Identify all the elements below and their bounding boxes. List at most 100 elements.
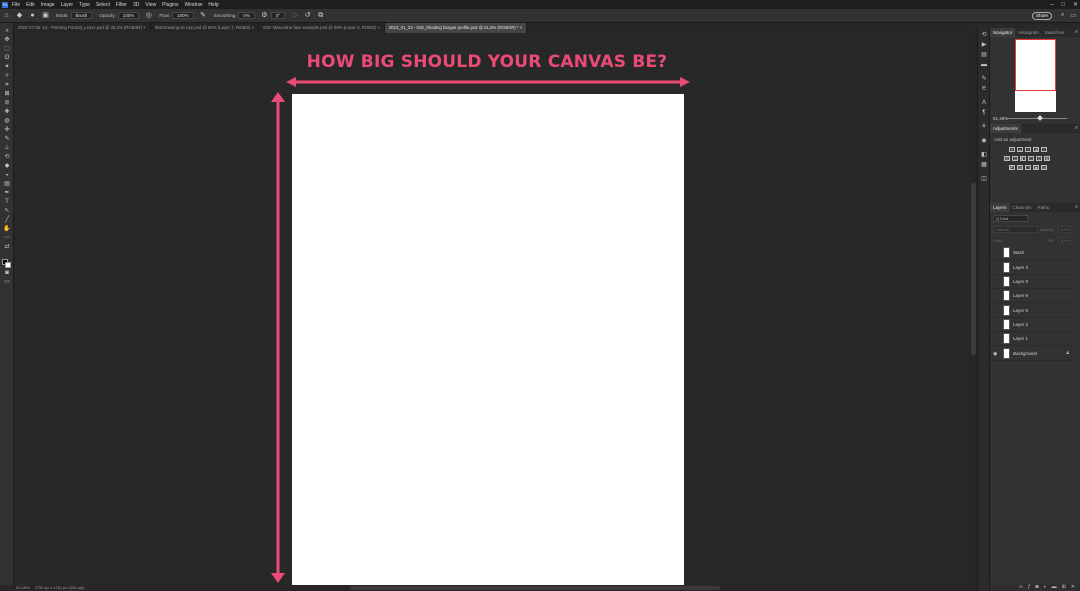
status-zoom[interactable]: 51,48% [16,585,30,590]
pressure-opacity-icon[interactable]: ◎ [145,12,152,19]
more-tools-icon[interactable]: ⋯ [3,235,11,242]
pen-tool-icon[interactable]: ✒ [3,190,11,197]
vertical-scroll-thumb[interactable] [971,183,976,355]
brush-settings-icon[interactable]: ▣ [42,12,49,19]
crop-tool-icon[interactable]: ⌗ [3,82,11,89]
layer-row[interactable]: Layer 2 [990,318,1075,332]
navigator-zoom[interactable]: 51,48% [993,116,1008,121]
menu-view[interactable]: View [145,2,156,8]
menu-3d[interactable]: 3D [133,2,139,8]
brush-tool-icon[interactable]: ✎ [3,136,11,143]
menu-select[interactable]: Select [96,2,110,8]
timeline-icon[interactable]: ◫ [980,176,988,183]
layer-row[interactable]: Wash [990,246,1075,260]
menu-plugins[interactable]: Plugins [162,2,178,8]
eye-icon[interactable]: ◉ [993,350,1000,358]
menu-image[interactable]: Image [41,2,55,8]
panel-menu-icon[interactable]: ≡ [1075,203,1078,212]
screen-mode-icon[interactable]: ▭ [3,279,11,286]
visibility-toggle[interactable] [993,292,1000,300]
menu-help[interactable]: Help [208,2,218,8]
vibrance-icon[interactable]: ▽ [1041,147,1047,152]
layer-row[interactable]: Layer 9 [990,275,1075,289]
line-tool-icon[interactable]: ╱ [3,217,11,224]
spot-heal-icon[interactable]: ✙ [3,127,11,134]
move-tool-icon[interactable]: ✥ [3,37,11,44]
brush-preset-icon[interactable]: ● [29,12,36,19]
tab-channels[interactable]: Channels [1010,203,1035,212]
menu-layer[interactable]: Layer [61,2,74,8]
lasso-tool-icon[interactable]: ʘ [3,55,11,62]
swap-colors-icon[interactable]: ⇄ [3,244,11,251]
workspace-icon[interactable]: ▭ [1070,12,1076,19]
paint-bucket-icon[interactable]: ◒ [3,172,11,179]
selective-color-icon[interactable]: ▣ [1033,165,1039,170]
panel-menu-icon[interactable]: ≡ [1075,124,1078,133]
patch-tool-icon[interactable]: ◍ [3,118,11,125]
close-window-button[interactable]: ✕ [1073,1,1078,8]
hue-sat-icon[interactable]: ▥ [1004,156,1010,161]
pressure-size-icon[interactable]: ◌ [291,12,298,19]
layer-row[interactable]: Layer 1 [990,332,1075,346]
menu-edit[interactable]: Edit [26,2,35,8]
history-brush-icon[interactable]: ⟲ [3,154,11,161]
glyphs-icon[interactable]: ⚘ [980,124,988,131]
eyedropper-tool-icon[interactable]: ⊘ [3,100,11,107]
tab-adjustments[interactable]: Adjustments [990,124,1021,133]
tab-swatches[interactable]: Swatches [1042,28,1068,37]
tab-drawing-eye[interactable]: 058-Drawing an eye.psd @ 50% (Layer 7, R… [151,23,260,33]
history-icon[interactable]: ⟲ [980,32,988,39]
link-layers-icon[interactable]: ∞ [1019,584,1023,590]
properties-icon[interactable]: ▤ [980,52,988,59]
black-white-icon[interactable]: ◧ [1020,156,1026,161]
visibility-toggle[interactable] [993,307,1000,315]
layer-opacity-field[interactable]: 100% [1058,226,1072,233]
delete-layer-icon[interactable]: ✕ [1071,584,1075,590]
healing-brush-icon[interactable]: ✚ [3,109,11,116]
visibility-toggle[interactable] [993,321,1000,329]
photo-filter-icon[interactable]: ◎ [1028,156,1034,161]
blend-mode-select[interactable]: Normal [993,226,1038,233]
tab-paths[interactable]: Paths [1035,203,1053,212]
horizontal-scroll-thumb[interactable] [350,586,720,590]
curves-icon[interactable]: ∫ [1025,147,1031,152]
comments-icon[interactable]: ▬ [980,62,988,69]
search-icon[interactable]: ⌕ [1061,12,1064,19]
frame-tool-icon[interactable]: ⊠ [3,91,11,98]
home-icon[interactable]: ⌂ [3,12,10,19]
type-tool-icon[interactable]: T [3,199,11,206]
erase-history-icon[interactable]: ↺ [304,12,311,19]
gradient-map-icon[interactable]: ▤ [1041,165,1047,170]
menu-type[interactable]: Type [79,2,90,8]
opacity-field[interactable]: 100% [117,12,140,19]
tab-layers[interactable]: Layers [990,203,1010,212]
paragraph-icon[interactable]: ¶ [980,110,988,117]
menu-file[interactable]: File [12,2,20,8]
visibility-toggle[interactable] [993,335,1000,343]
brush-settings-icon[interactable]: ⚟ [980,86,988,93]
clone-stamp-icon[interactable]: ⊥ [3,145,11,152]
quick-mask-icon[interactable]: ◙ [3,270,11,277]
path-select-icon[interactable]: ↖ [3,208,11,215]
exposure-icon[interactable]: ◪ [1033,147,1039,152]
layer-row[interactable]: Layer 8 [990,289,1075,303]
angle-field[interactable]: 0° [270,12,286,19]
channel-mixer-icon[interactable]: ⊛ [1036,156,1042,161]
tab-navigator[interactable]: Navigator [990,28,1016,37]
flow-field[interactable]: 100% [172,12,194,19]
actions-icon[interactable]: ▶ [980,42,988,49]
new-adjustment-icon[interactable]: ◐ [1044,584,1047,590]
color-icon[interactable]: ◧ [980,152,988,159]
visibility-toggle[interactable] [993,249,1000,257]
visibility-toggle[interactable] [993,278,1000,286]
layer-row[interactable]: Layer 3 [990,261,1075,275]
layer-row[interactable]: ◉ Background 🔒︎ [990,347,1075,361]
brightness-icon[interactable]: ☀ [1009,147,1015,152]
color-lookup-icon[interactable]: ▦ [1044,156,1050,161]
hand-tool-icon[interactable]: ✋ [3,226,11,233]
invert-icon[interactable]: ◩ [1009,165,1015,170]
marquee-tool-icon[interactable]: ⬚ [3,46,11,53]
fx-icon[interactable]: ƒ [1028,584,1031,590]
visibility-toggle[interactable] [993,264,1000,272]
share-button[interactable]: Share [1032,12,1052,20]
